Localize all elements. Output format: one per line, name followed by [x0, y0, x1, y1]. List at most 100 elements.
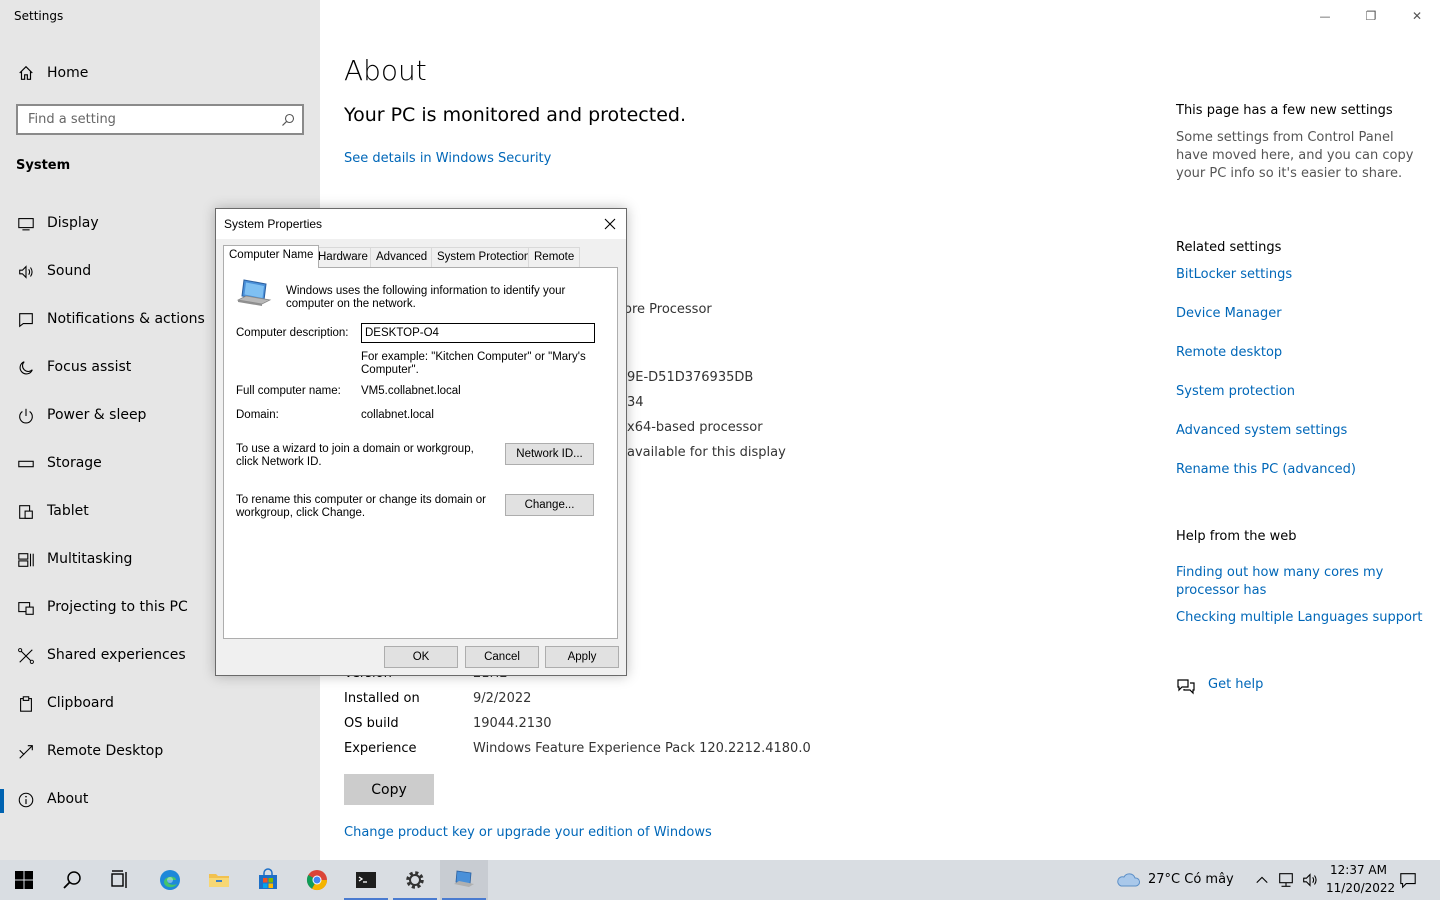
search-input[interactable]	[18, 106, 268, 133]
tab-computer-name[interactable]: Computer Name	[223, 245, 320, 268]
related-settings-heading: Related settings	[1176, 240, 1282, 255]
sidebar-item-label: Power & sleep	[47, 407, 147, 423]
sidebar-item-label: Projecting to this PC	[47, 599, 188, 615]
device-manager-link[interactable]: Device Manager	[1176, 305, 1426, 323]
intro-text: Windows uses the following information t…	[286, 285, 566, 310]
tab-system-protection[interactable]: System Protection	[431, 247, 537, 267]
experience-label: Experience	[344, 741, 417, 756]
sidebar-item-label: Shared experiences	[47, 647, 186, 663]
weather-text[interactable]: 27°C Có mây	[1148, 872, 1234, 887]
change-button[interactable]: Change...	[505, 494, 594, 516]
clock-date[interactable]: 11/20/2022	[1326, 881, 1395, 895]
chrome-button[interactable]	[293, 860, 341, 900]
full-name-value: VM5.collabnet.local	[361, 385, 461, 397]
close-icon: ✕	[1411, 9, 1423, 23]
system-type-value: x64-based processor	[627, 420, 763, 435]
pen-touch-value: available for this display	[627, 445, 786, 460]
tab-advanced[interactable]: Advanced	[370, 247, 434, 267]
search-icon[interactable]	[280, 112, 296, 128]
store-button[interactable]	[244, 860, 292, 900]
example-text: For example: "Kitchen Computer" or "Mary…	[361, 351, 586, 376]
help-link-cores[interactable]: Finding out how many cores my processor …	[1176, 564, 1416, 600]
weather-icon[interactable]	[1115, 870, 1141, 890]
get-help-link[interactable]: Get help	[1208, 676, 1328, 694]
dialog-titlebar[interactable]: System Properties	[216, 209, 626, 239]
sidebar-item-label: Home	[47, 65, 89, 81]
system-properties-button[interactable]	[440, 860, 488, 900]
file-explorer-button[interactable]	[195, 860, 243, 900]
rename-pc-link[interactable]: Rename this PC (advanced)	[1176, 461, 1426, 479]
minimize-icon: —	[1319, 9, 1331, 23]
windows-security-link[interactable]: See details in Windows Security	[344, 151, 551, 166]
os-build-value: 19044.2130	[473, 716, 552, 731]
product-key-link[interactable]: Change product key or upgrade your editi…	[344, 825, 712, 840]
active-indicator	[0, 789, 4, 813]
rename-text: To rename this computer or change its do…	[236, 494, 486, 519]
device-id-value: 9E-D51D376935DB	[627, 370, 754, 385]
close-button[interactable]: ✕	[1394, 0, 1440, 32]
tab-remote[interactable]: Remote	[528, 247, 581, 267]
taskbar: 27°C Có mây 12:37 AM 11/20/2022	[0, 860, 1440, 900]
system-properties-dialog: System Properties Computer Name Hardware…	[215, 208, 627, 676]
sidebar-item-about[interactable]: About	[0, 781, 320, 821]
settings-icon	[406, 871, 424, 889]
home-icon	[16, 63, 36, 83]
network-id-button[interactable]: Network ID...	[505, 443, 594, 465]
action-center-icon[interactable]	[1398, 870, 1418, 890]
product-id-value: 34	[627, 395, 644, 410]
copy-button[interactable]: Copy	[344, 774, 434, 805]
computer-description-input[interactable]	[361, 323, 595, 343]
start-icon	[15, 871, 33, 889]
apply-button[interactable]: Apply	[545, 646, 619, 668]
sidebar-item-remote-desktop[interactable]: Remote Desktop	[0, 733, 320, 773]
new-settings-heading: This page has a few new settings	[1176, 103, 1393, 118]
settings-button[interactable]	[391, 860, 439, 900]
sidebar-item-home[interactable]: Home	[0, 56, 320, 90]
info-icon	[16, 790, 36, 810]
remote-desktop-link[interactable]: Remote desktop	[1176, 344, 1426, 362]
sidebar-item-label: Clipboard	[47, 695, 114, 711]
store-icon	[259, 868, 277, 889]
taskbar-search-button[interactable]	[48, 860, 96, 900]
file-explorer-icon	[209, 874, 229, 887]
edge-button[interactable]	[146, 860, 194, 900]
minimize-button[interactable]: —	[1302, 0, 1348, 32]
cancel-button[interactable]: Cancel	[465, 646, 539, 668]
chevron-up-icon[interactable]	[1252, 870, 1272, 890]
volume-icon[interactable]	[1300, 870, 1320, 890]
task-view-button[interactable]	[96, 860, 144, 900]
sidebar-item-label: Multitasking	[47, 551, 133, 567]
search-icon	[63, 871, 81, 889]
installed-on-label: Installed on	[344, 691, 420, 706]
sidebar-item-label: Remote Desktop	[47, 743, 164, 759]
tab-panel: Windows uses the following information t…	[223, 267, 618, 639]
advanced-system-settings-link[interactable]: Advanced system settings	[1176, 422, 1426, 440]
installed-on-value: 9/2/2022	[473, 691, 532, 706]
section-label: System	[16, 158, 71, 173]
bitlocker-link[interactable]: BitLocker settings	[1176, 266, 1426, 284]
tablet-icon	[16, 502, 36, 522]
start-button[interactable]	[0, 860, 48, 900]
dialog-close-button[interactable]	[598, 212, 622, 236]
help-link-languages[interactable]: Checking multiple Languages support	[1176, 609, 1440, 627]
sidebar-item-clipboard[interactable]: Clipboard	[0, 685, 320, 725]
clipboard-icon	[16, 694, 36, 714]
get-help-icon	[1176, 676, 1196, 696]
tab-hardware[interactable]: Hardware	[312, 247, 374, 267]
maximize-button[interactable]: ❐	[1348, 0, 1394, 32]
clock-time[interactable]: 12:37 AM	[1330, 863, 1387, 877]
power-icon	[16, 406, 36, 426]
sidebar-item-label: Storage	[47, 455, 102, 471]
sidebar-item-label: About	[47, 791, 89, 807]
terminal-button[interactable]	[342, 860, 390, 900]
network-icon[interactable]	[1276, 870, 1296, 890]
computer-icon	[236, 278, 272, 310]
system-protection-link[interactable]: System protection	[1176, 383, 1426, 401]
ok-button[interactable]: OK	[384, 646, 458, 668]
shared-icon	[16, 646, 36, 666]
sidebar-item-label: Notifications & actions	[47, 311, 205, 327]
search-box[interactable]	[16, 104, 304, 135]
sidebar-item-label: Sound	[47, 263, 92, 279]
experience-value: Windows Feature Experience Pack 120.2212…	[473, 741, 811, 756]
description-label: Computer description:	[236, 327, 349, 339]
